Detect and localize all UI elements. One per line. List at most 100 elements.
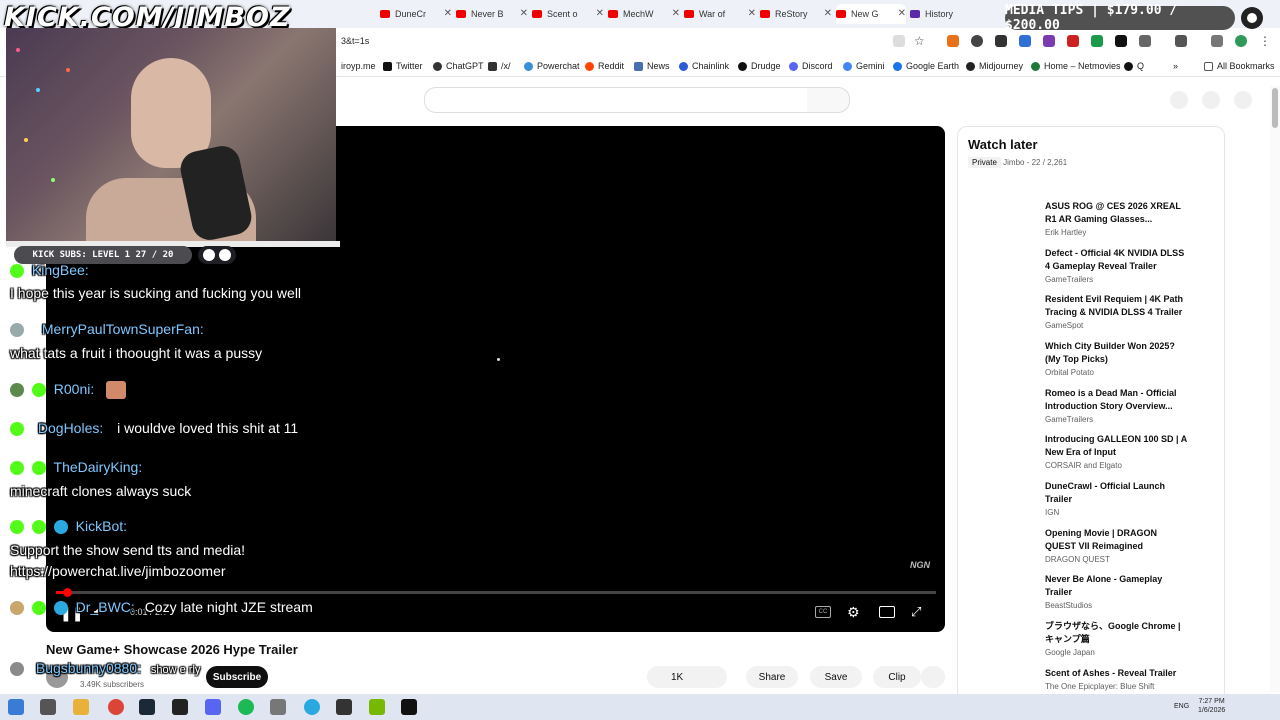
x-extension-icon[interactable]: [1115, 35, 1127, 47]
file-explorer-icon[interactable]: [73, 699, 89, 715]
playlist-item[interactable]: Romeo is a Dead Man - Official Introduct…: [1045, 387, 1190, 424]
playlist-item[interactable]: Defect - Official 4K NVIDIA DLSS 4 Gamep…: [1045, 247, 1190, 284]
bookmark-chatgpt[interactable]: ChatGPT: [433, 61, 484, 71]
close-tab-icon[interactable]: ✕: [748, 8, 756, 19]
bookmark-star-icon[interactable]: ☆: [914, 35, 926, 47]
close-tab-icon[interactable]: ✕: [898, 8, 906, 19]
taskbar-clock[interactable]: 7:27 PM 1/6/2026: [1198, 697, 1225, 715]
extension-icon[interactable]: [1019, 35, 1031, 47]
menu-kebab-icon[interactable]: ⋮: [1259, 35, 1271, 47]
share-button[interactable]: Share: [746, 666, 798, 688]
bookmark-google-earth[interactable]: Google Earth: [893, 61, 959, 71]
account-avatar[interactable]: [1234, 91, 1252, 109]
obs-icon[interactable]: [336, 699, 352, 715]
kick-badge-icon: [10, 422, 24, 437]
create-icon[interactable]: [1170, 91, 1188, 109]
app-icon[interactable]: [401, 699, 417, 715]
theater-mode-icon[interactable]: [879, 606, 895, 618]
youtube-icon: [760, 10, 770, 18]
bookmark-news[interactable]: News: [634, 61, 670, 71]
playlist-item[interactable]: ブラウザなら、Google Chrome | キャンプ篇 Google Japan: [1045, 620, 1190, 657]
playlist-item[interactable]: Opening Movie | DRAGON QUEST VII Reimagi…: [1045, 527, 1190, 564]
close-tab-icon[interactable]: ✕: [444, 8, 452, 19]
playlist-item[interactable]: Which City Builder Won 2025? (My Top Pic…: [1045, 340, 1190, 377]
bookmark-chainlink[interactable]: Chainlink: [679, 61, 729, 71]
bookmark-iroyp[interactable]: iroyp.me: [341, 61, 376, 71]
chat-message-link: https://powerchat.live/jimbozoomer: [10, 563, 226, 579]
subscribe-button[interactable]: Subscribe: [206, 666, 268, 688]
bookmark-gemini[interactable]: Gemini: [843, 61, 885, 71]
close-tab-icon[interactable]: ✕: [672, 8, 680, 19]
extension-shield-icon[interactable]: [971, 35, 983, 47]
nvidia-icon[interactable]: [369, 699, 385, 715]
extension-icon[interactable]: [995, 35, 1007, 47]
chrome-icon[interactable]: [108, 699, 124, 715]
playlist-item[interactable]: Scent of Ashes - Reveal Trailer The One E…: [1045, 667, 1190, 691]
notifications-bell-icon[interactable]: [1202, 91, 1220, 109]
url-text[interactable]: 3&t=1s: [341, 36, 369, 46]
downloads-icon[interactable]: [1211, 35, 1223, 47]
extension-icon[interactable]: [1091, 35, 1103, 47]
save-button[interactable]: Save: [810, 666, 862, 688]
tab-dunecrawl[interactable]: DuneCr ✕: [380, 4, 452, 24]
webcam-feed: [6, 28, 336, 242]
bookmark-x[interactable]: /x/: [488, 61, 511, 71]
captions-icon[interactable]: CC: [815, 606, 831, 618]
language-indicator[interactable]: ENG: [1174, 703, 1189, 710]
bookmark-twitter[interactable]: Twitter: [383, 61, 423, 71]
extension-icon[interactable]: [1043, 35, 1055, 47]
progress-bar[interactable]: [56, 591, 936, 594]
terminal-icon[interactable]: [172, 699, 188, 715]
more-bookmarks-button[interactable]: »: [1173, 61, 1178, 71]
extension-icon[interactable]: [1067, 35, 1079, 47]
all-bookmarks-button[interactable]: All Bookmarks: [1204, 61, 1275, 71]
page-scrollbar[interactable]: [1270, 86, 1280, 692]
playlist-item[interactable]: Introducing GALLEON 100 SD | A New Era o…: [1045, 433, 1190, 470]
search-input[interactable]: [424, 87, 809, 113]
close-tab-icon[interactable]: ✕: [596, 8, 604, 19]
like-button[interactable]: 1K: [647, 666, 727, 688]
bookmark-drudge[interactable]: Drudge: [738, 61, 781, 71]
steam-icon[interactable]: [139, 699, 155, 715]
tab-restory[interactable]: ReStory ✕: [760, 4, 832, 24]
bookmark-reddit[interactable]: Reddit: [585, 61, 624, 71]
playlist-item[interactable]: Never Be Alone - Gameplay Trailer BeastSt…: [1045, 573, 1190, 610]
close-tab-icon[interactable]: ✕: [520, 8, 528, 19]
bookmark-discord[interactable]: Discord: [789, 61, 833, 71]
telegram-icon[interactable]: [304, 699, 320, 715]
bookmark-q[interactable]: Q: [1124, 61, 1144, 71]
close-tab-icon[interactable]: ✕: [824, 8, 832, 19]
playlist-item[interactable]: Resident Evil Requiem | 4K Path Tracing …: [1045, 293, 1190, 330]
start-button-icon[interactable]: [8, 699, 24, 715]
fullscreen-icon[interactable]: ⤢: [911, 604, 921, 620]
settings-gear-icon[interactable]: ⚙: [847, 604, 860, 621]
chat-message: Bugsbunny0880: show e rly: [10, 660, 200, 677]
tab-history[interactable]: History: [910, 4, 974, 24]
profile-avatar-icon[interactable]: [1235, 35, 1247, 47]
playlist-item[interactable]: ASUS ROG @ CES 2026 XREAL R1 AR Gaming G…: [1045, 200, 1190, 237]
side-panel-icon[interactable]: [1175, 35, 1187, 47]
discord-icon[interactable]: [205, 699, 221, 715]
install-app-icon[interactable]: [893, 35, 905, 47]
clip-button[interactable]: Clip: [873, 666, 921, 688]
tab-new-game-active[interactable]: New G ✕: [836, 4, 906, 24]
playlist-item[interactable]: DuneCrawl - Official Launch Trailer IGN: [1045, 480, 1190, 517]
tab-scent-of-ashes[interactable]: Scent o ✕: [532, 4, 604, 24]
bookmark-netmovies[interactable]: Home – Netmovies: [1031, 61, 1121, 71]
tab-never-be-alone[interactable]: Never B ✕: [456, 4, 528, 24]
bookmark-powerchat[interactable]: Powerchat: [524, 61, 580, 71]
search-button[interactable]: [807, 87, 850, 113]
task-view-icon[interactable]: [40, 699, 56, 715]
bookmark-midjourney[interactable]: Midjourney: [966, 61, 1023, 71]
tab-mechwarrior[interactable]: MechW ✕: [608, 4, 680, 24]
youtube-icon: [380, 10, 390, 18]
scrollbar-thumb[interactable]: [1272, 88, 1278, 128]
spotify-icon[interactable]: [238, 699, 254, 715]
more-actions-button[interactable]: [921, 666, 945, 688]
playlist-title[interactable]: Watch later: [968, 137, 1038, 152]
metamask-icon[interactable]: [947, 35, 959, 47]
app-icon[interactable]: [270, 699, 286, 715]
tab-war-of[interactable]: War of ✕: [684, 4, 756, 24]
extensions-puzzle-icon[interactable]: [1139, 35, 1151, 47]
progress-scrubber[interactable]: [63, 588, 72, 597]
